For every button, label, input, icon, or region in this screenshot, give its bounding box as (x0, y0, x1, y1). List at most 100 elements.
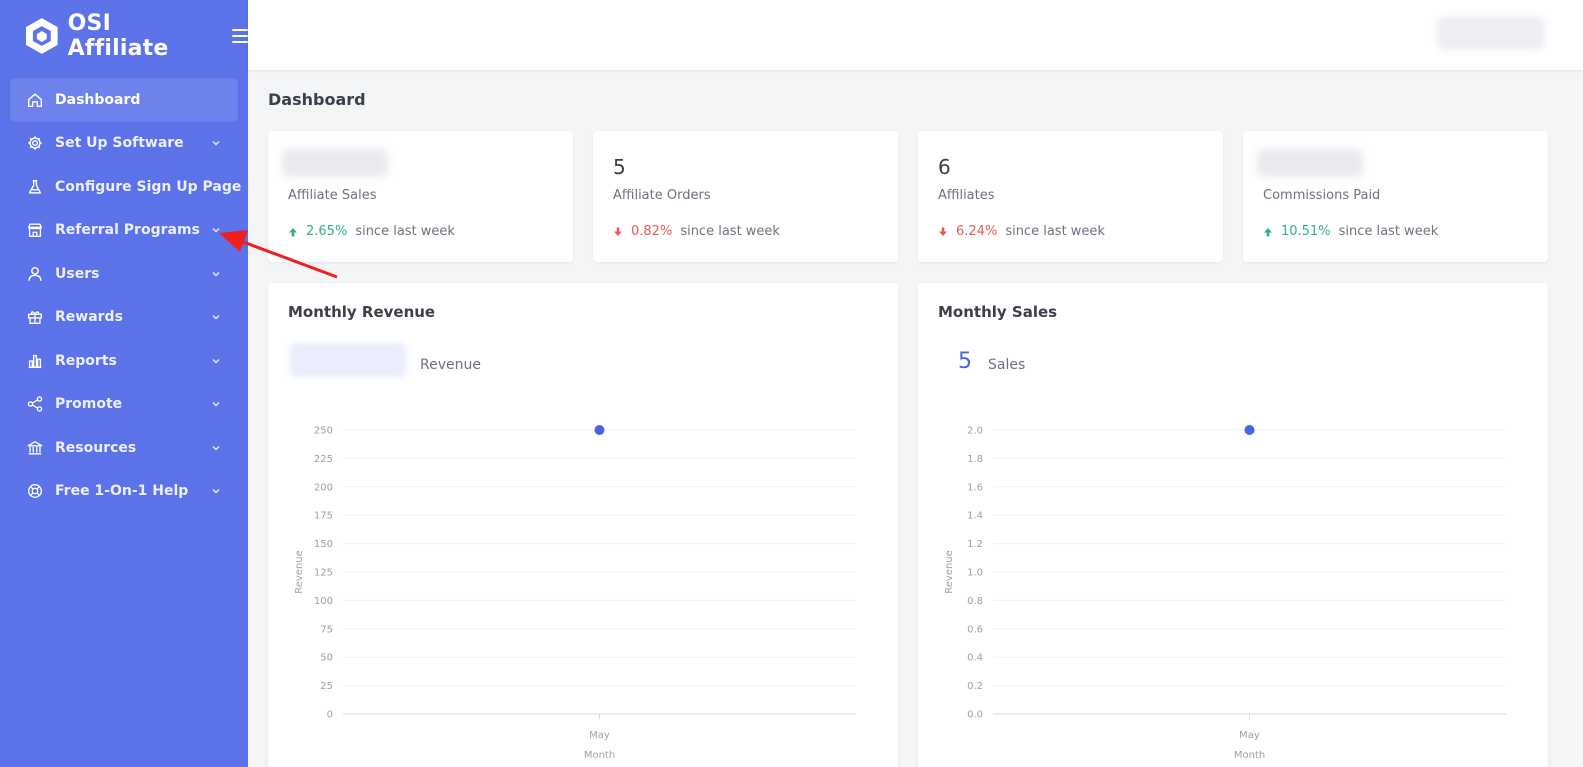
sales-caption: Sales (988, 357, 1026, 373)
sidebar-item-reports[interactable]: Reports (10, 339, 238, 383)
arrow-down-icon (614, 227, 622, 236)
stat-change: 6.24% since last week (938, 224, 1105, 239)
sidebar: OSI Affiliate Dashboard Set Up Software Co… (0, 0, 249, 767)
monthly-revenue-card: Monthly Revenue Revenue 0 25 50 75 100 125 150… (268, 283, 898, 767)
sidebar-item-rewards[interactable]: Rewards (10, 296, 238, 340)
y-tick-label: 0.2 (967, 681, 983, 692)
y-tick-label: 0.0 (967, 710, 983, 721)
y-axis-label: Revenue (944, 550, 955, 594)
stat-change-percent: 10.51% (1281, 224, 1331, 239)
data-point[interactable] (1244, 425, 1255, 435)
y-tick-label: 150 (314, 539, 333, 550)
stat-change: 2.65% since last week (288, 224, 455, 239)
sidebar-item-label: Promote (55, 396, 123, 413)
y-tick-label: 0.8 (967, 596, 983, 607)
y-tick-label: 1.6 (967, 482, 983, 493)
arrow-down-icon (939, 227, 947, 236)
revenue-caption: Revenue (420, 357, 481, 373)
y-tick-label: 0.4 (967, 653, 983, 664)
sidebar-item-label: Rewards (55, 309, 123, 326)
stat-card: Commissions Paid 10.51% since last week (1243, 131, 1548, 262)
y-tick-label: 125 (314, 568, 333, 579)
data-point[interactable] (594, 425, 605, 435)
arrow-up-icon (1264, 227, 1272, 236)
gift-icon (28, 311, 42, 325)
chevron-down-icon[interactable] (210, 224, 222, 236)
chevron-down-icon[interactable] (210, 311, 222, 323)
stat-change-suffix: since last week (680, 224, 780, 239)
revenue-total-blurred (290, 343, 406, 377)
sidebar-item-referral-programs[interactable]: Referral Programs (10, 209, 238, 253)
x-axis-label: Month (1234, 750, 1265, 761)
stat-change: 10.51% since last week (1263, 224, 1438, 239)
stat-label: Affiliates (938, 188, 995, 203)
stat-change: 0.82% since last week (613, 224, 780, 239)
revenue-chart: 0 25 50 75 100 125 150 175 200 225 250 May Month Reve… (294, 425, 856, 761)
sales-chart-title: Monthly Sales (938, 303, 1058, 321)
sidebar-item-label: Reports (55, 352, 117, 369)
arrow-up-icon (289, 227, 297, 236)
osi-logo-icon (25, 18, 58, 54)
stat-card: 6 Affiliates 6.24% since last week (918, 131, 1223, 262)
y-tick-label: 25 (320, 681, 333, 692)
sidebar-item-label: Configure Sign Up Page (55, 178, 242, 195)
chevron-down-icon[interactable] (210, 355, 222, 367)
brand: OSI Affiliate (0, 0, 249, 72)
y-tick-label: 175 (314, 511, 333, 522)
y-tick-label: 1.4 (967, 511, 983, 522)
sidebar-item-set-up-software[interactable]: Set Up Software (10, 122, 238, 166)
sidebar-item-free-1-on-1-help[interactable]: Free 1-On-1 Help (10, 470, 238, 514)
sidebar-item-dashboard[interactable]: Dashboard (10, 78, 238, 122)
stat-value: 5 (613, 155, 626, 179)
y-tick-label: 2.0 (967, 426, 983, 437)
bank-icon (27, 440, 43, 455)
stat-change-suffix: since last week (1005, 224, 1105, 239)
x-tick-label: May (1239, 730, 1260, 741)
stat-change-percent: 6.24% (956, 224, 998, 239)
x-tick-label: May (589, 730, 610, 741)
chevron-down-icon[interactable] (210, 137, 222, 149)
stat-change-percent: 2.65% (306, 224, 348, 239)
sidebar-item-label: Dashboard (55, 91, 141, 108)
gear-icon (28, 136, 42, 150)
y-tick-label: 225 (314, 454, 333, 465)
chevron-down-icon[interactable] (210, 485, 222, 497)
sidebar-item-label: Free 1-On-1 Help (55, 483, 189, 500)
y-tick-label: 1.0 (967, 568, 983, 579)
monthly-sales-card: Monthly Sales 5 Sales 0.0 0.2 0.4 0.6 0.8 1.0… (918, 283, 1548, 767)
stat-change-suffix: since last week (1338, 224, 1439, 239)
chevron-down-icon[interactable] (210, 398, 222, 410)
y-tick-label: 0.6 (967, 624, 983, 635)
menu-toggle-icon[interactable] (232, 29, 249, 43)
home-icon (27, 93, 43, 107)
revenue-chart-title: Monthly Revenue (288, 303, 436, 321)
sidebar-item-label: Resources (55, 439, 137, 456)
stat-value-blurred (282, 149, 388, 177)
sidebar-item-configure-sign-up-page[interactable]: Configure Sign Up Page (10, 165, 242, 209)
sales-chart: 0.0 0.2 0.4 0.6 0.8 1.0 1.2 1.4 1.6 1.8 2.0 May Mont… (944, 425, 1506, 761)
stat-label: Commissions Paid (1263, 188, 1381, 203)
stat-label: Affiliate Sales (288, 188, 377, 203)
lifebuoy-icon (28, 484, 42, 499)
stat-change-suffix: since last week (355, 224, 455, 239)
y-tick-label: 1.2 (967, 539, 983, 550)
chevron-down-icon[interactable] (210, 442, 222, 454)
y-tick-label: 75 (320, 624, 333, 635)
page-title: Dashboard (268, 90, 366, 109)
user-icon (28, 266, 42, 281)
sidebar-item-label: Referral Programs (55, 222, 200, 239)
bar-chart-icon (28, 354, 42, 368)
sales-total: 5 (958, 349, 972, 374)
sidebar-item-resources[interactable]: Resources (10, 426, 238, 470)
sidebar-nav: Dashboard Set Up Software Configure Sign U… (0, 72, 248, 513)
user-menu[interactable] (1437, 16, 1545, 50)
stat-value: 6 (938, 155, 951, 179)
stat-label: Affiliate Orders (613, 188, 711, 203)
sidebar-item-users[interactable]: Users (10, 252, 238, 296)
stat-card: 5 Affiliate Orders 0.82% since last week (593, 131, 898, 262)
stat-value-blurred (1257, 149, 1363, 177)
sidebar-item-promote[interactable]: Promote (10, 383, 238, 427)
share-icon (27, 396, 43, 412)
chevron-down-icon[interactable] (210, 268, 222, 280)
y-tick-label: 250 (314, 426, 333, 437)
